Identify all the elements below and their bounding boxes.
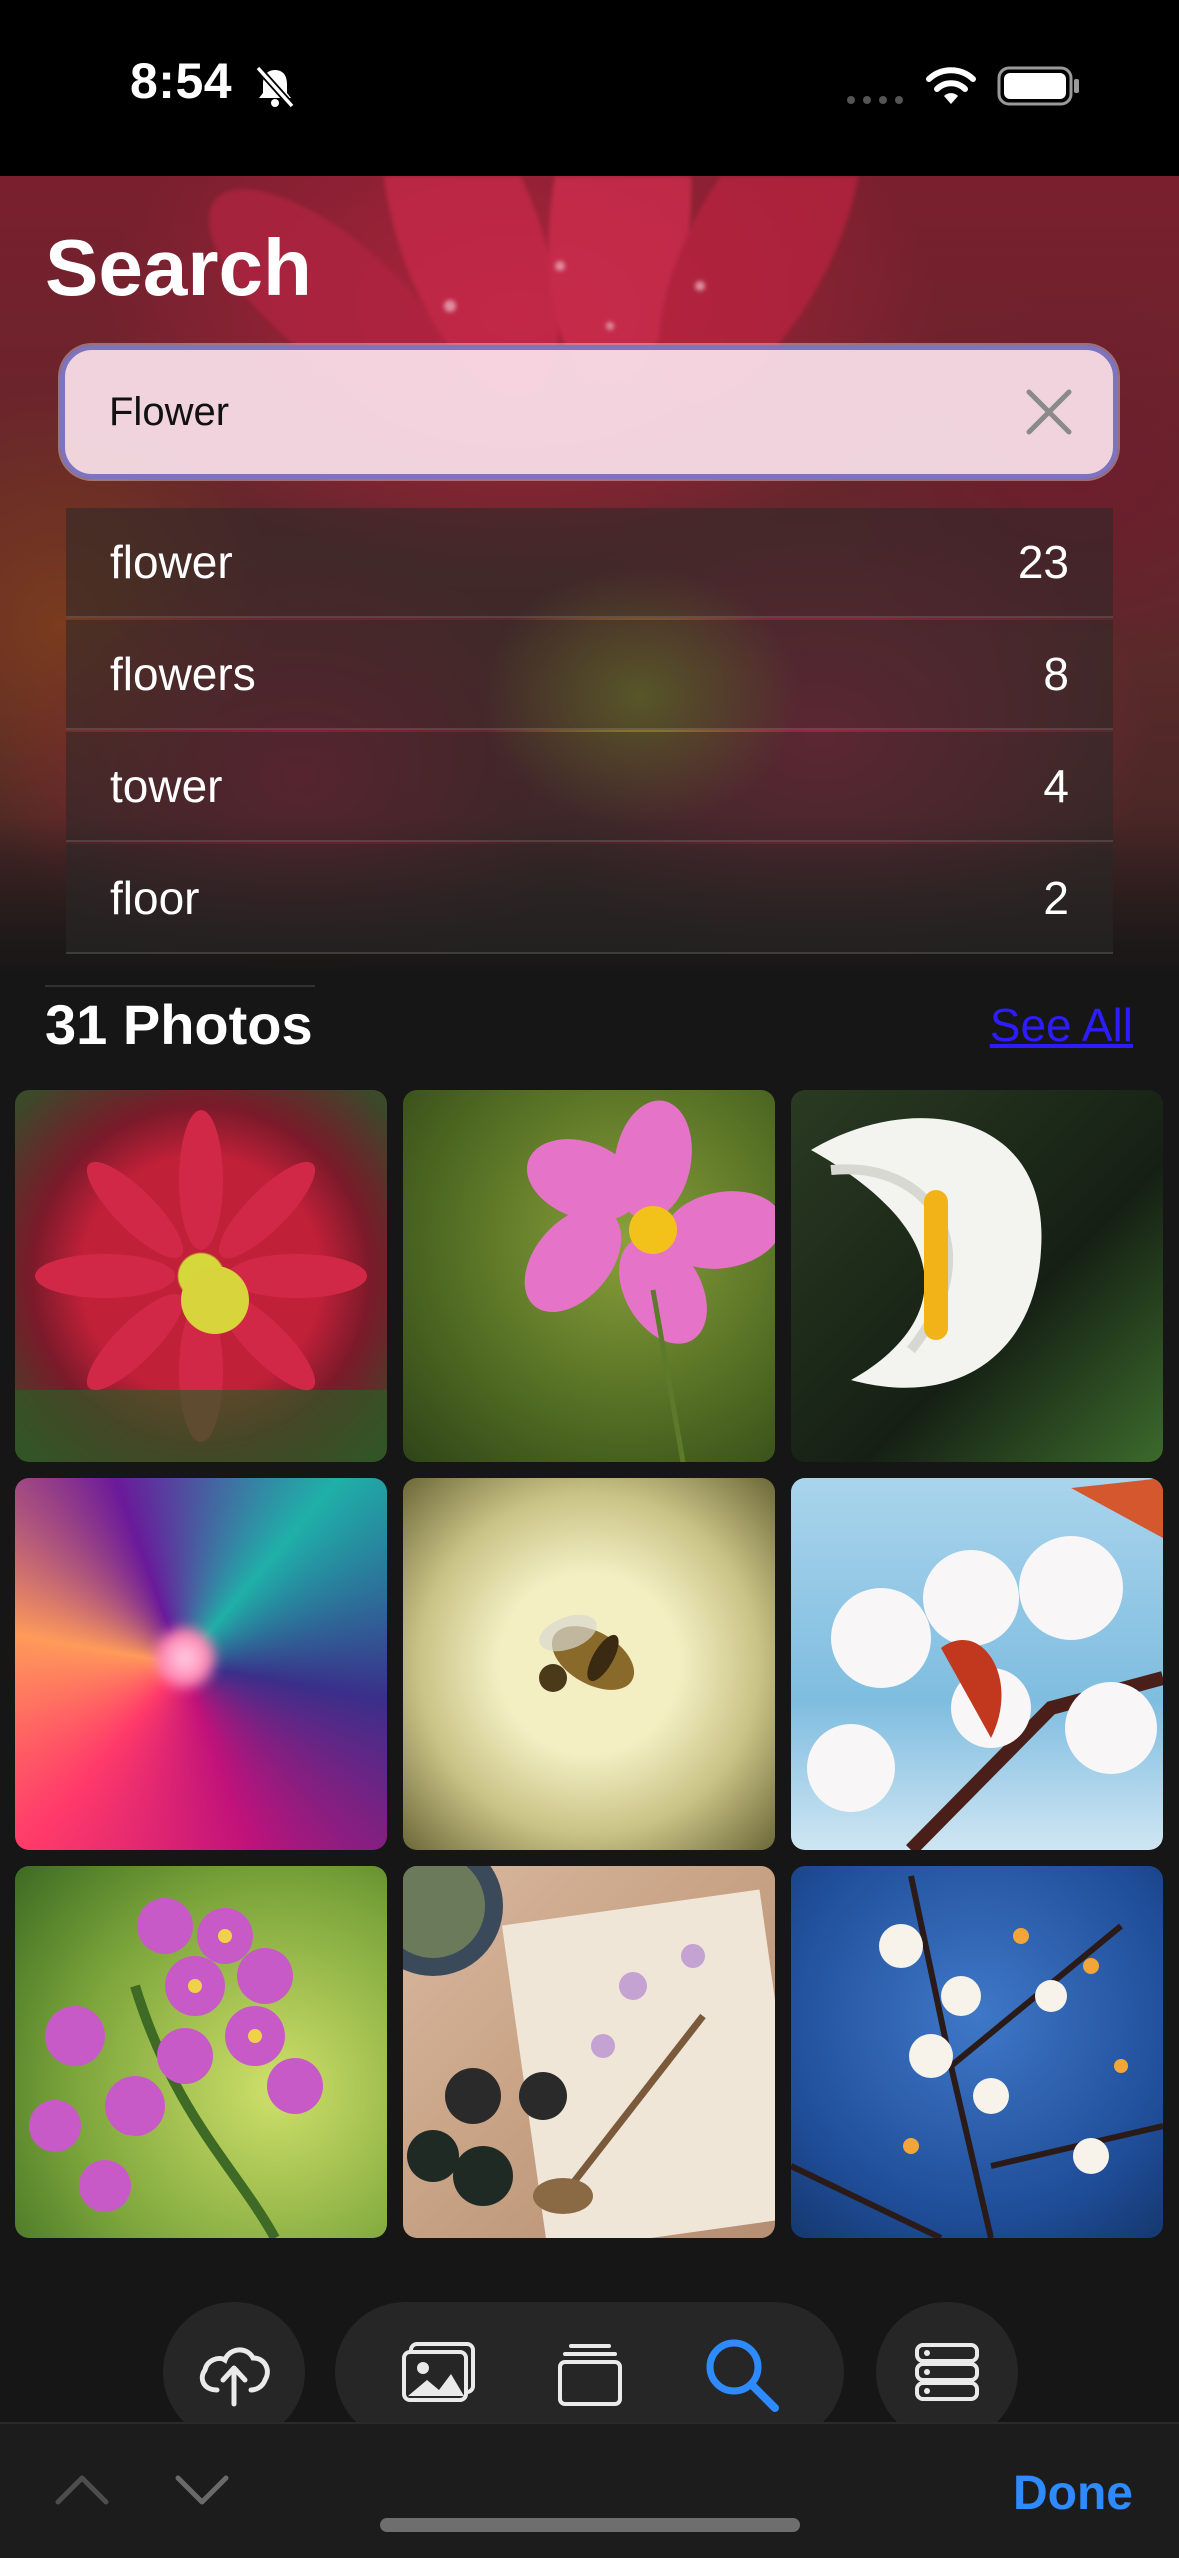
section-divider (45, 985, 315, 987)
suggestion-label: tower (110, 760, 223, 812)
done-button[interactable]: Done (1013, 2466, 1133, 2521)
suggestion-item[interactable]: flowers 8 (66, 620, 1113, 730)
status-bar: 8:54 (0, 0, 1179, 176)
search-field[interactable] (60, 345, 1118, 479)
upload-tab[interactable] (163, 2302, 305, 2442)
battery-icon (997, 66, 1079, 106)
home-indicator (380, 2518, 800, 2532)
pressed-flowers-spoon-photo[interactable] (403, 1866, 775, 2238)
list-icon (915, 2343, 979, 2401)
suggestion-count: 8 (1043, 648, 1069, 700)
abstract-swirl-photo[interactable] (15, 1478, 387, 1850)
white-calla-lily-photo[interactable] (791, 1090, 1163, 1462)
suggestion-count: 23 (1017, 536, 1069, 588)
results-count-title: 31 Photos (45, 993, 313, 1056)
main-tab-group (335, 2302, 844, 2442)
see-all-link[interactable]: See All (990, 998, 1133, 1052)
albums-icon[interactable] (557, 2342, 623, 2406)
wifi-icon (926, 67, 976, 104)
search-icon[interactable] (701, 2334, 781, 2414)
photos-icon[interactable] (401, 2342, 477, 2404)
suggestion-label: flower (110, 536, 233, 588)
suggestion-count: 4 (1043, 760, 1069, 812)
bee-on-flower-photo[interactable] (403, 1478, 775, 1850)
search-input[interactable] (109, 350, 989, 474)
status-time: 8:54 (130, 53, 233, 109)
purple-bergenia-photo[interactable] (15, 1866, 387, 2238)
suggestion-label: flowers (110, 648, 256, 700)
chevron-up-icon[interactable] (52, 2460, 112, 2520)
chevron-down-icon[interactable] (172, 2460, 232, 2520)
list-tab[interactable] (876, 2302, 1018, 2442)
suggestion-label: floor (110, 872, 200, 924)
suggestion-count: 2 (1043, 872, 1069, 924)
pink-cosmos-photo[interactable] (403, 1090, 775, 1462)
silent-bell-icon (255, 65, 295, 109)
red-dahlia-photo[interactable] (15, 1090, 387, 1462)
plum-blossom-photo[interactable] (791, 1866, 1163, 2238)
suggestion-list: flower 23 flowers 8 tower 4 floor 2 (66, 508, 1113, 956)
close-icon[interactable] (1023, 386, 1075, 438)
page-title: Search (45, 223, 312, 312)
suggestion-item[interactable]: floor 2 (66, 844, 1113, 954)
white-blossom-photo[interactable] (791, 1478, 1163, 1850)
suggestion-item[interactable]: tower 4 (66, 732, 1113, 842)
suggestion-item[interactable]: flower 23 (66, 508, 1113, 618)
cloud-upload-icon (199, 2347, 270, 2407)
signal-dots-icon (847, 96, 903, 104)
